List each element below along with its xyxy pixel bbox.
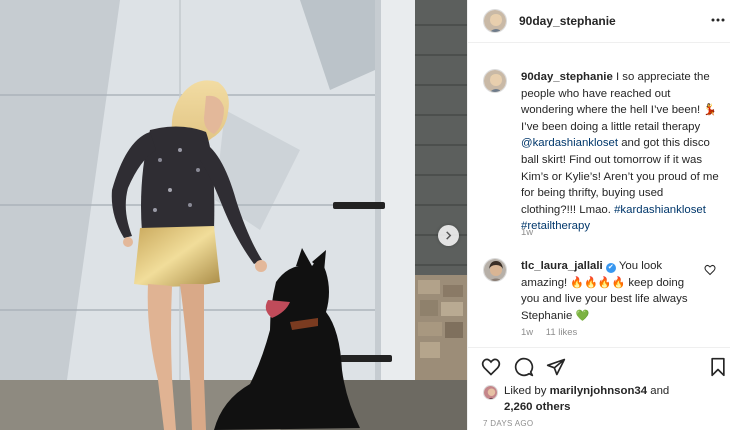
liker-avatar[interactable]	[483, 385, 498, 400]
green-heart-emoji: 💚	[575, 309, 590, 322]
post-photo[interactable]	[0, 0, 467, 430]
avatar-image	[484, 70, 506, 92]
comment-meta: 1w 11 likes	[521, 327, 587, 338]
save-button[interactable]	[708, 357, 728, 377]
avatar[interactable]	[483, 9, 507, 33]
fire-emoji: 🔥🔥🔥🔥	[570, 276, 626, 289]
comment-button[interactable]	[514, 357, 534, 377]
avatar-image	[484, 259, 506, 281]
more-options-icon	[711, 18, 725, 22]
avatar-image	[484, 10, 506, 32]
comment-avatar[interactable]	[483, 258, 507, 282]
next-photo-button[interactable]	[438, 225, 459, 246]
share-icon	[546, 358, 566, 376]
comment-like-button[interactable]	[704, 264, 716, 276]
comment-time[interactable]: 1w	[521, 327, 533, 338]
mention-link[interactable]: @kardashiankloset	[521, 137, 618, 149]
post-header: 90day_stephanie	[468, 0, 730, 43]
comment-username[interactable]: tlc_laura_jallali	[521, 260, 603, 272]
caption-time[interactable]: 1w	[521, 227, 533, 238]
caption-text: 90day_stephanie I so appreciate the peop…	[521, 69, 721, 235]
post-side-panel: 90day_stephanie 90day_stephanie I so app…	[467, 0, 730, 430]
bookmark-icon	[711, 357, 725, 377]
like-button[interactable]	[481, 357, 501, 377]
comment-text: tlc_laura_jallali ✔ You look amazing! 🔥🔥…	[521, 258, 701, 324]
likes-count[interactable]: 2,260 others	[504, 401, 570, 413]
caption-username[interactable]: 90day_stephanie	[521, 71, 613, 83]
photo-illustration	[0, 0, 467, 430]
post-time[interactable]: 7 DAYS AGO	[483, 419, 533, 428]
heart-icon	[704, 264, 716, 276]
caption-avatar[interactable]	[483, 69, 507, 93]
comment-icon	[514, 357, 534, 377]
header-username[interactable]: 90day_stephanie	[519, 14, 616, 28]
action-bar	[468, 347, 730, 383]
heart-icon	[481, 358, 501, 376]
share-button[interactable]	[546, 357, 566, 377]
avatar-image	[484, 386, 497, 399]
liker-username[interactable]: marilynjohnson34	[550, 385, 647, 397]
verified-badge-icon: ✔	[605, 263, 616, 273]
caption-text-part: I’ve been doing a little retail therapy	[521, 120, 701, 133]
chevron-right-icon	[446, 231, 452, 240]
more-options-button[interactable]	[710, 12, 726, 28]
liked-by-text: Liked by marilynjohnson34 and 2,260 other…	[504, 383, 724, 415]
liked-by-middle: and	[647, 385, 670, 397]
liked-by-prefix: Liked by	[504, 385, 550, 397]
comment-likes[interactable]: 11 likes	[546, 327, 578, 338]
dancer-emoji: 💃	[703, 104, 718, 117]
hashtag-link[interactable]: #kardashiankloset	[614, 204, 706, 216]
